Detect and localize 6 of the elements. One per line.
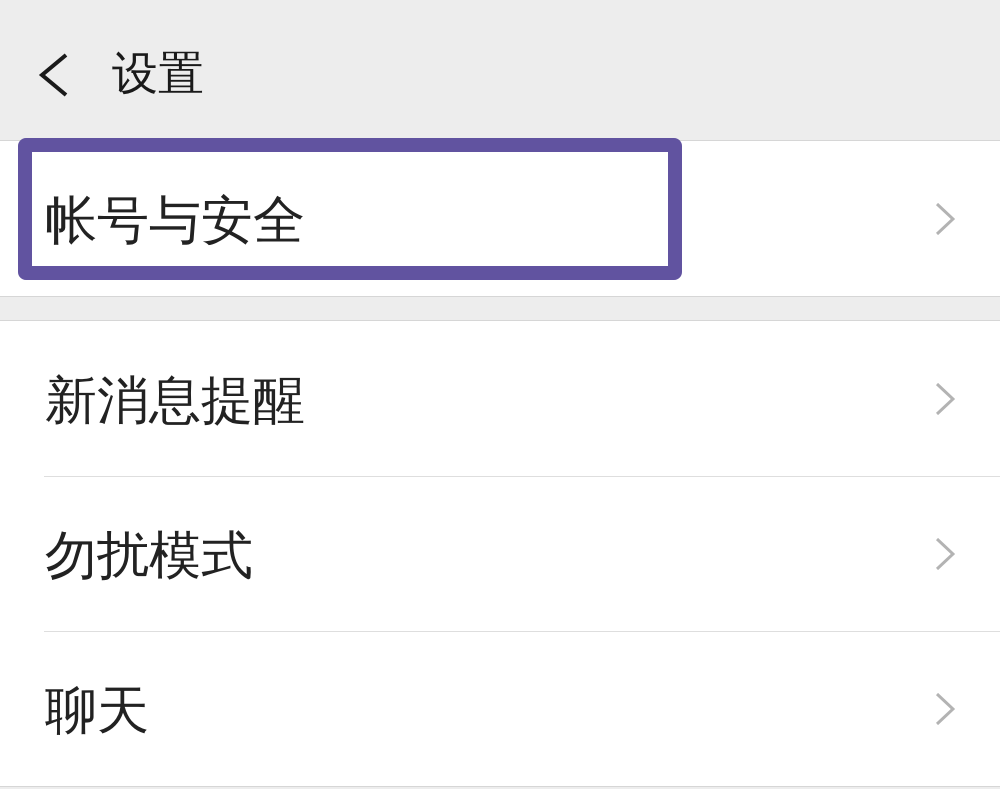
chevron-right-icon	[935, 692, 955, 726]
chevron-right-icon	[935, 537, 955, 571]
back-icon[interactable]	[38, 53, 70, 97]
chevron-right-icon	[935, 382, 955, 416]
chevron-right-icon	[935, 202, 955, 236]
page-title: 设置	[112, 50, 204, 96]
